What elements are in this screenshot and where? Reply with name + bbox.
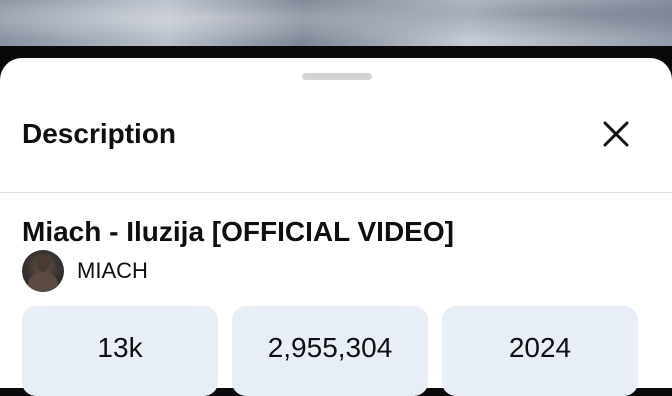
close-button[interactable] — [596, 114, 636, 154]
channel-row[interactable]: MIACH — [22, 250, 148, 292]
views-stat-card: 2,955,304 — [232, 306, 428, 396]
likes-value: 13k — [97, 332, 143, 363]
views-value: 2,955,304 — [267, 332, 393, 363]
divider — [0, 192, 672, 193]
sheet-title: Description — [22, 118, 177, 149]
likes-stat-card: 13k — [22, 306, 218, 396]
drag-handle[interactable] — [302, 73, 372, 80]
close-icon — [603, 121, 629, 147]
channel-name[interactable]: MIACH — [77, 258, 148, 284]
channel-avatar[interactable] — [22, 250, 64, 292]
stats-row: 13k 2,955,304 2024 — [22, 306, 638, 396]
video-player-background[interactable] — [0, 0, 672, 46]
description-sheet: Description Miach - Iluzija [OFFICIAL VI… — [0, 58, 672, 396]
video-title: Miach - Iluzija [OFFICIAL VIDEO] — [22, 216, 454, 247]
year-value: 2024 — [508, 332, 572, 363]
year-stat-card: 2024 — [442, 306, 638, 396]
